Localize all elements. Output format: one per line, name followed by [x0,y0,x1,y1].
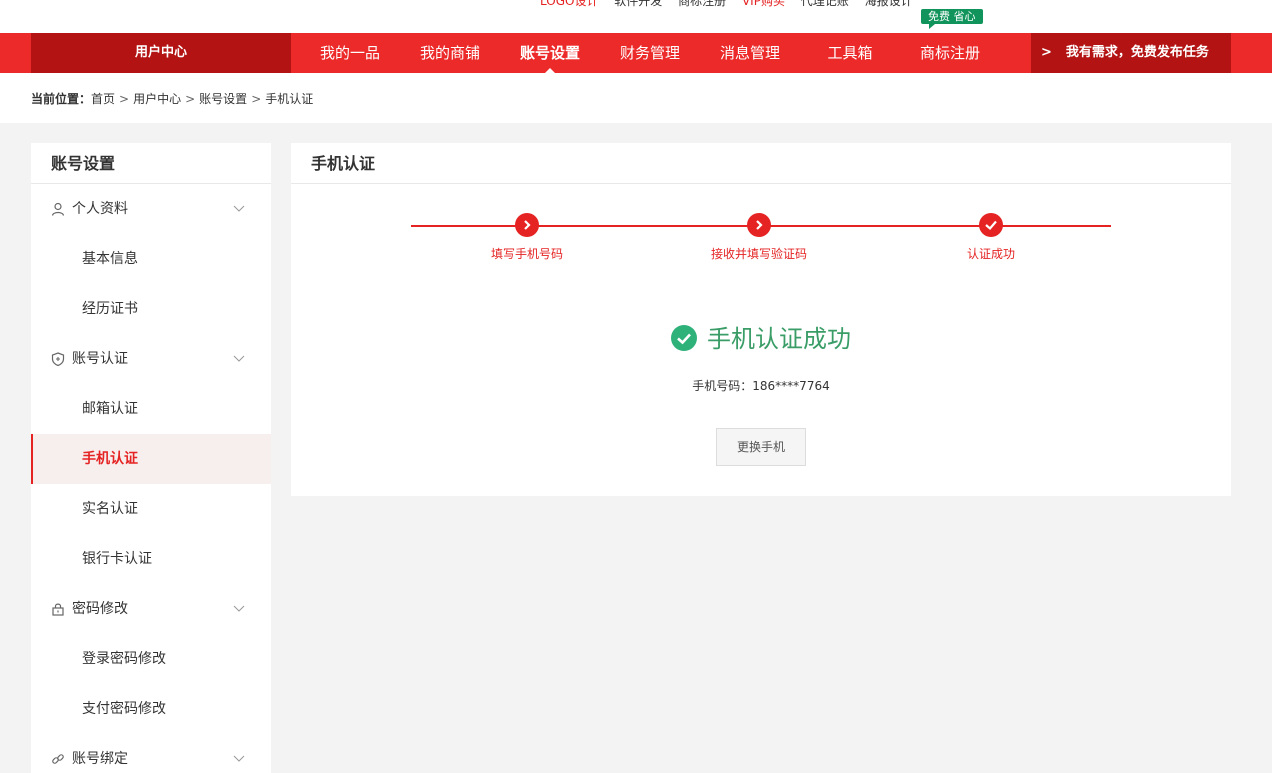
sidebar-item-pay-password[interactable]: 支付密码修改 [31,684,271,734]
free-badge: 免费 省心 [921,9,983,29]
nav-item-toolbox[interactable]: 工具箱 [800,33,900,73]
cta-label: 我有需求，免费发布任务 [1065,45,1209,60]
sidebar-group-verification[interactable]: 账号认证 [31,334,271,384]
sidebar-item-certificates[interactable]: 经历证书 [31,284,271,334]
breadcrumb-account-settings[interactable]: 账号设置 [199,92,247,106]
sidebar-item-bankcard-verify[interactable]: 银行卡认证 [31,534,271,584]
sidebar-item-basic-info[interactable]: 基本信息 [31,234,271,284]
sidebar-group-label: 账号认证 [72,351,128,367]
user-icon [51,202,65,216]
top-links-bar: LOGO设计 软件开发 商标注册 VIP购买 代理记账 海报设计 [0,0,1272,33]
page-title: 手机认证 [291,143,1231,184]
sidebar-group-password[interactable]: 密码修改 [31,584,271,634]
nav-item-messages[interactable]: 消息管理 [700,33,800,73]
breadcrumb-home[interactable]: 首页 [91,92,115,106]
sidebar-group-binding[interactable]: 账号绑定 [31,734,271,773]
breadcrumb-sep: > [185,92,196,106]
nav-item-account-settings[interactable]: 账号设置 [500,33,600,73]
sidebar-item-realname-verify[interactable]: 实名认证 [31,484,271,534]
top-link-poster[interactable]: 海报设计 [865,0,913,8]
check-icon [979,213,1003,237]
check-circle-icon [671,325,697,351]
breadcrumb-current: 手机认证 [265,92,314,106]
sidebar-group-profile[interactable]: 个人资料 [31,184,271,234]
breadcrumb-user-center[interactable]: 用户中心 [133,92,181,106]
chevron-right-icon [515,213,539,237]
step-label: 填写手机号码 [490,247,563,261]
sidebar-item-login-password[interactable]: 登录密码修改 [31,634,271,684]
shield-icon [51,352,65,366]
top-link-logo[interactable]: LOGO设计 [540,0,598,8]
nav-item-my-yipin[interactable]: 我的一品 [300,33,400,73]
sidebar-group-label: 账号绑定 [72,751,128,767]
nav-item-finance[interactable]: 财务管理 [600,33,700,73]
phone-number-line: 手机号码：186****7764 [291,377,1231,394]
breadcrumb-sep: > [251,92,262,106]
publish-task-button[interactable]: > 我有需求，免费发布任务 [1031,33,1231,73]
breadcrumb-sep: > [119,92,130,106]
chevron-down-icon [233,755,245,762]
user-center-label[interactable]: 用户中心 [31,33,291,73]
nav-item-trademark[interactable]: 商标注册 [900,33,1000,73]
progress-steps: 填写手机号码 接收并填写验证码 认证成功 [411,213,1111,273]
sidebar-item-phone-verify[interactable]: 手机认证 [31,434,271,484]
breadcrumb: 当前位置：首页 > 用户中心 > 账号设置 > 手机认证 [31,90,313,107]
link-icon [52,754,64,764]
top-link-vip[interactable]: VIP购买 [742,0,785,8]
sidebar: 账号设置 个人资料 基本信息 经历证书 账号认证 邮箱认证 手机认证 实名认证 … [31,143,271,773]
breadcrumb-bar: 当前位置：首页 > 用户中心 > 账号设置 > 手机认证 [0,73,1272,123]
step-label: 接收并填写验证码 [710,247,807,261]
top-link-trademark[interactable]: 商标注册 [678,0,726,8]
phone-label: 手机号码： [692,379,753,393]
main-panel: 手机认证 填写手机号码 接收并填写验证码 认证成功 手机认证成功 手机号码：18… [291,143,1231,496]
sidebar-title: 账号设置 [31,143,271,184]
chevron-down-icon [233,355,245,362]
breadcrumb-prefix: 当前位置： [31,92,92,106]
top-link-accounting[interactable]: 代理记账 [801,0,849,8]
success-text: 手机认证成功 [707,325,851,353]
main-nav: 用户中心 我的一品 我的商铺 账号设置 财务管理 消息管理 工具箱 商标注册 >… [0,33,1272,73]
lock-icon [52,603,64,616]
sidebar-group-label: 密码修改 [72,601,128,617]
top-link-software[interactable]: 软件开发 [614,0,662,8]
cta-arrow: > [1041,45,1052,60]
chevron-down-icon [233,205,245,212]
sidebar-group-label: 个人资料 [72,201,128,217]
nav-item-my-shop[interactable]: 我的商铺 [400,33,500,73]
phone-value: 186****7764 [752,379,830,393]
chevron-right-icon [747,213,771,237]
success-message: 手机认证成功 [291,323,1231,355]
change-phone-button[interactable]: 更换手机 [716,428,806,466]
chevron-down-icon [233,605,245,612]
step-label: 认证成功 [966,247,1015,261]
sidebar-item-email-verify[interactable]: 邮箱认证 [31,384,271,434]
